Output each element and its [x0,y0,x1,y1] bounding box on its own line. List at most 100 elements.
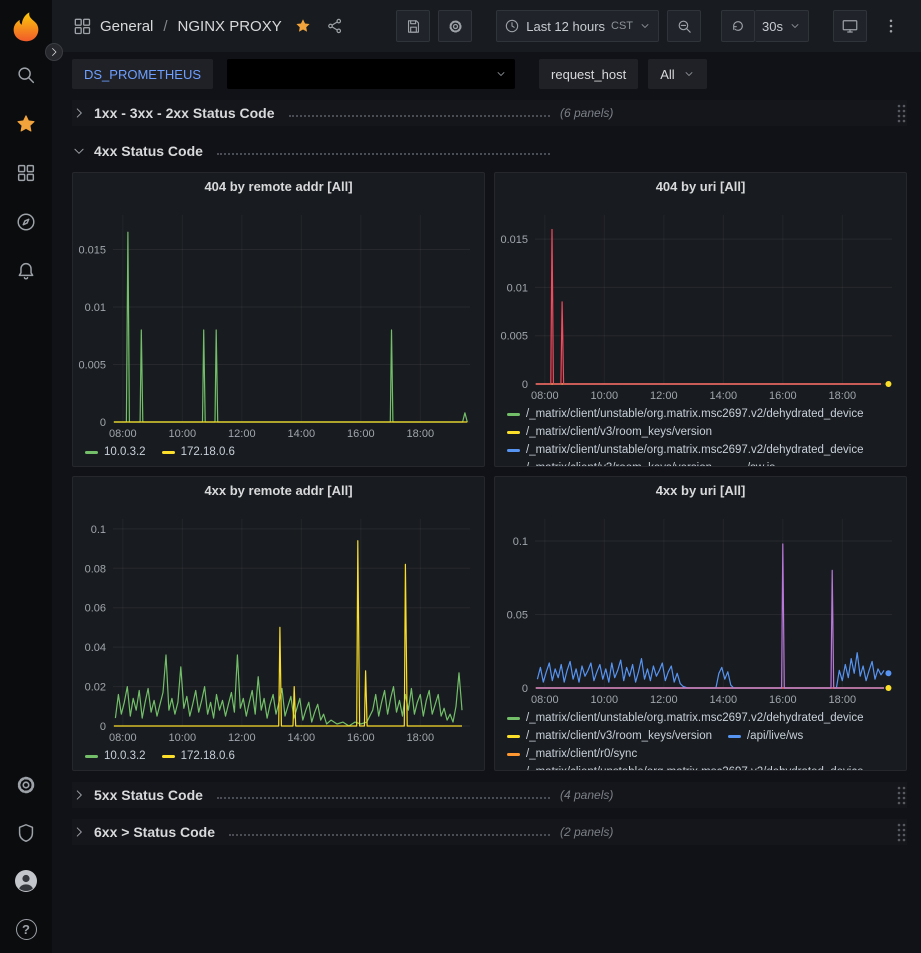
row-drag-handle-icon[interactable] [895,785,907,805]
grafana-logo-icon[interactable] [7,7,45,45]
time-range-label: Last 12 hours [526,19,605,34]
legend-series-color [85,755,98,758]
kebab-menu-icon[interactable] [875,10,907,42]
alerting-bell-icon[interactable] [14,259,38,283]
share-icon[interactable] [326,17,344,35]
legend-item[interactable]: /api/live/ws [728,728,803,744]
svg-text:0.05: 0.05 [507,610,528,622]
svg-text:10:00: 10:00 [591,694,619,706]
help-glyph: ? [16,919,37,940]
svg-text:10:00: 10:00 [591,390,619,402]
legend-series-name: /_matrix/client/v3/room_keys/version [526,462,712,466]
legend-item[interactable]: /_matrix/client/unstable/org.matrix.msc2… [507,442,864,458]
dotted-leader [217,147,550,155]
legend-series-name: 10.0.3.2 [104,446,146,458]
legend-item[interactable]: /_matrix/client/r0/sync [507,746,637,762]
chart-area[interactable]: 00.0050.010.01508:0010:0012:0014:0016:00… [73,201,484,442]
request-host-variable-value: All [660,67,674,82]
panel-title[interactable]: 404 by remote addr [All] [73,173,484,201]
refresh-button-group: 30s [721,10,809,42]
search-icon[interactable] [14,63,38,87]
legend-series-color [507,753,520,756]
explore-compass-icon[interactable] [14,210,38,234]
refresh-interval-dropdown[interactable]: 30s [755,10,809,42]
legend-item[interactable]: 172.18.0.6 [162,748,235,764]
row-header-4xx[interactable]: 4xx Status Code [72,138,907,164]
legend-series-name: 172.18.0.6 [181,446,235,458]
top-navbar: General / NGINX PROXY Last 12 hours CST [52,0,921,52]
legend-series-color [507,735,520,738]
row-drag-handle-icon[interactable] [895,822,907,842]
legend-item[interactable]: 172.18.0.6 [162,444,235,460]
datasource-variable-label[interactable]: DS_PROMETHEUS [72,59,213,89]
breadcrumb-folder[interactable]: General [100,18,153,35]
svg-text:12:00: 12:00 [228,732,256,744]
favorite-star-icon[interactable] [294,17,312,35]
legend-item[interactable]: /_matrix/client/v3/room_keys/version [507,424,712,440]
legend-series-color [507,413,520,416]
chart-area[interactable]: 00.0050.010.01508:0010:0012:0014:0016:00… [495,201,906,404]
legend-item[interactable]: 10.0.3.2 [85,444,146,460]
row-header-5xx[interactable]: 5xx Status Code (4 panels) [72,782,907,808]
request-host-variable-label[interactable]: request_host [539,59,638,89]
svg-text:16:00: 16:00 [347,732,375,744]
refresh-button[interactable] [721,10,755,42]
time-series-chart[interactable]: 00.0050.010.01508:0010:0012:0014:0016:00… [495,201,906,404]
time-series-chart[interactable]: 00.0050.010.01508:0010:0012:0014:0016:00… [73,201,484,442]
chart-area[interactable]: 00.020.040.060.080.108:0010:0012:0014:00… [73,505,484,746]
svg-text:0.015: 0.015 [78,245,106,257]
starred-dashboards-icon[interactable] [14,112,38,136]
svg-text:12:00: 12:00 [650,694,678,706]
refresh-interval-label: 30s [762,19,783,34]
legend-series-name: /_matrix/client/unstable/org.matrix.msc2… [526,712,864,724]
legend-series-name: /_matrix/client/unstable/org.matrix.msc2… [526,408,864,420]
server-admin-gear-icon[interactable] [14,773,38,797]
admin-shield-icon[interactable] [14,821,38,845]
panel-title[interactable]: 404 by uri [All] [495,173,906,201]
chart-area[interactable]: 00.050.108:0010:0012:0014:0016:0018:00 [495,505,906,708]
svg-text:14:00: 14:00 [288,732,316,744]
save-dashboard-button[interactable] [396,10,430,42]
chevron-right-icon [72,106,86,120]
legend-item[interactable]: /_matrix/client/unstable/org.matrix.msc2… [507,764,864,770]
legend-item[interactable]: /sw.js [728,460,775,466]
svg-text:0.01: 0.01 [507,282,528,294]
chevron-right-icon [72,825,86,839]
legend-series-color [728,735,741,738]
chevron-down-icon [789,20,801,32]
svg-text:18:00: 18:00 [407,428,435,440]
panel-title[interactable]: 4xx by uri [All] [495,477,906,505]
breadcrumb-dashboard-title[interactable]: NGINX PROXY [178,18,282,35]
svg-text:14:00: 14:00 [710,694,738,706]
legend-item[interactable]: /_matrix/client/unstable/org.matrix.msc2… [507,710,864,726]
legend-item[interactable]: /_matrix/client/v3/room_keys/version [507,728,712,744]
svg-text:0.1: 0.1 [513,536,528,548]
request-host-variable-select[interactable]: All [648,59,706,89]
time-series-chart[interactable]: 00.050.108:0010:0012:0014:0016:0018:00 [495,505,906,708]
breadcrumb-separator: / [163,18,167,35]
time-range-picker[interactable]: Last 12 hours CST [496,10,659,42]
dashboard-settings-button[interactable] [438,10,472,42]
svg-text:12:00: 12:00 [228,428,256,440]
sidebar-expand-button[interactable] [45,43,63,61]
legend-item[interactable]: /_matrix/client/v3/room_keys/version [507,460,712,466]
zoom-out-button[interactable] [667,10,701,42]
time-series-chart[interactable]: 00.020.040.060.080.108:0010:0012:0014:00… [73,505,484,746]
legend-item[interactable]: 10.0.3.2 [85,748,146,764]
row-title: 5xx Status Code [94,787,203,803]
legend-item[interactable]: /_matrix/client/unstable/org.matrix.msc2… [507,406,864,422]
cycle-view-mode-button[interactable] [833,10,867,42]
legend-series-name: /_matrix/client/v3/room_keys/version [526,426,712,438]
row-title: 6xx > Status Code [94,824,215,840]
panel-title[interactable]: 4xx by remote addr [All] [73,477,484,505]
chevron-down-icon [495,68,507,80]
datasource-variable-select[interactable] [227,59,515,89]
dashboards-icon[interactable] [14,161,38,185]
svg-text:08:00: 08:00 [109,428,137,440]
help-icon[interactable]: ? [14,917,38,941]
svg-text:16:00: 16:00 [769,390,797,402]
row-header-6xx[interactable]: 6xx > Status Code (2 panels) [72,819,907,845]
row-drag-handle-icon[interactable] [895,103,907,123]
row-header-1xx-3xx-2xx[interactable]: 1xx - 3xx - 2xx Status Code (6 panels) [72,100,907,126]
user-avatar[interactable] [14,869,38,893]
